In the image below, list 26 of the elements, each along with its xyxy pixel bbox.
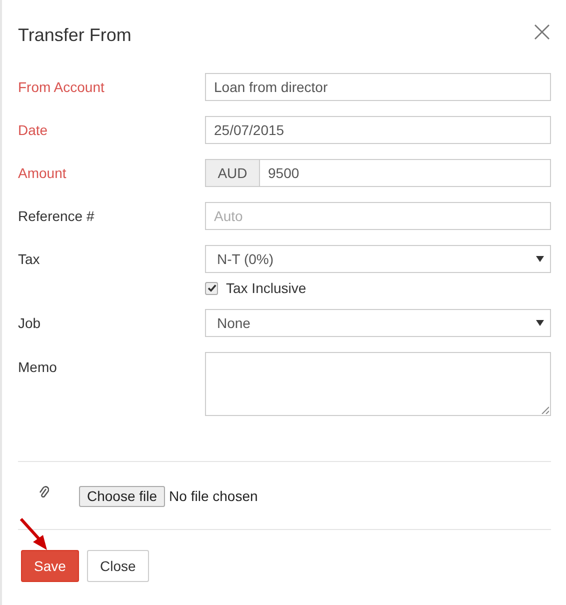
- field-label: From Account: [18, 79, 106, 95]
- save-button[interactable]: Save: [21, 550, 79, 582]
- currency-addon: AUD: [205, 159, 259, 187]
- field-label: Reference #: [18, 208, 96, 224]
- select-dropdown[interactable]: N-T (0%): [205, 245, 551, 273]
- checkbox-label: Tax Inclusive: [226, 280, 306, 296]
- field-label: Amount: [18, 165, 68, 181]
- choose-file-button[interactable]: Choose file: [79, 486, 166, 506]
- field-label: Memo: [18, 358, 58, 375]
- close-icon[interactable]: [534, 24, 550, 40]
- resize-grip-icon[interactable]: [541, 406, 549, 414]
- caret-icon: [536, 320, 544, 326]
- field-label: Date: [18, 122, 49, 138]
- file-status: No file chosen: [169, 488, 258, 504]
- caret-icon: [536, 256, 544, 262]
- field-label: Tax: [18, 251, 41, 267]
- input-field[interactable]: Loan from director: [205, 73, 551, 101]
- select-dropdown[interactable]: None: [205, 309, 551, 337]
- amount-field[interactable]: 9500: [259, 159, 551, 187]
- input-field[interactable]: 25/07/2015: [205, 116, 551, 144]
- close-button[interactable]: Close: [87, 550, 149, 582]
- dialog-title: Transfer From: [18, 24, 132, 46]
- field-label: Job: [18, 315, 42, 331]
- arrow-annotation: [20, 518, 50, 552]
- checkbox[interactable]: [205, 282, 218, 294]
- paperclip-icon: [39, 485, 49, 499]
